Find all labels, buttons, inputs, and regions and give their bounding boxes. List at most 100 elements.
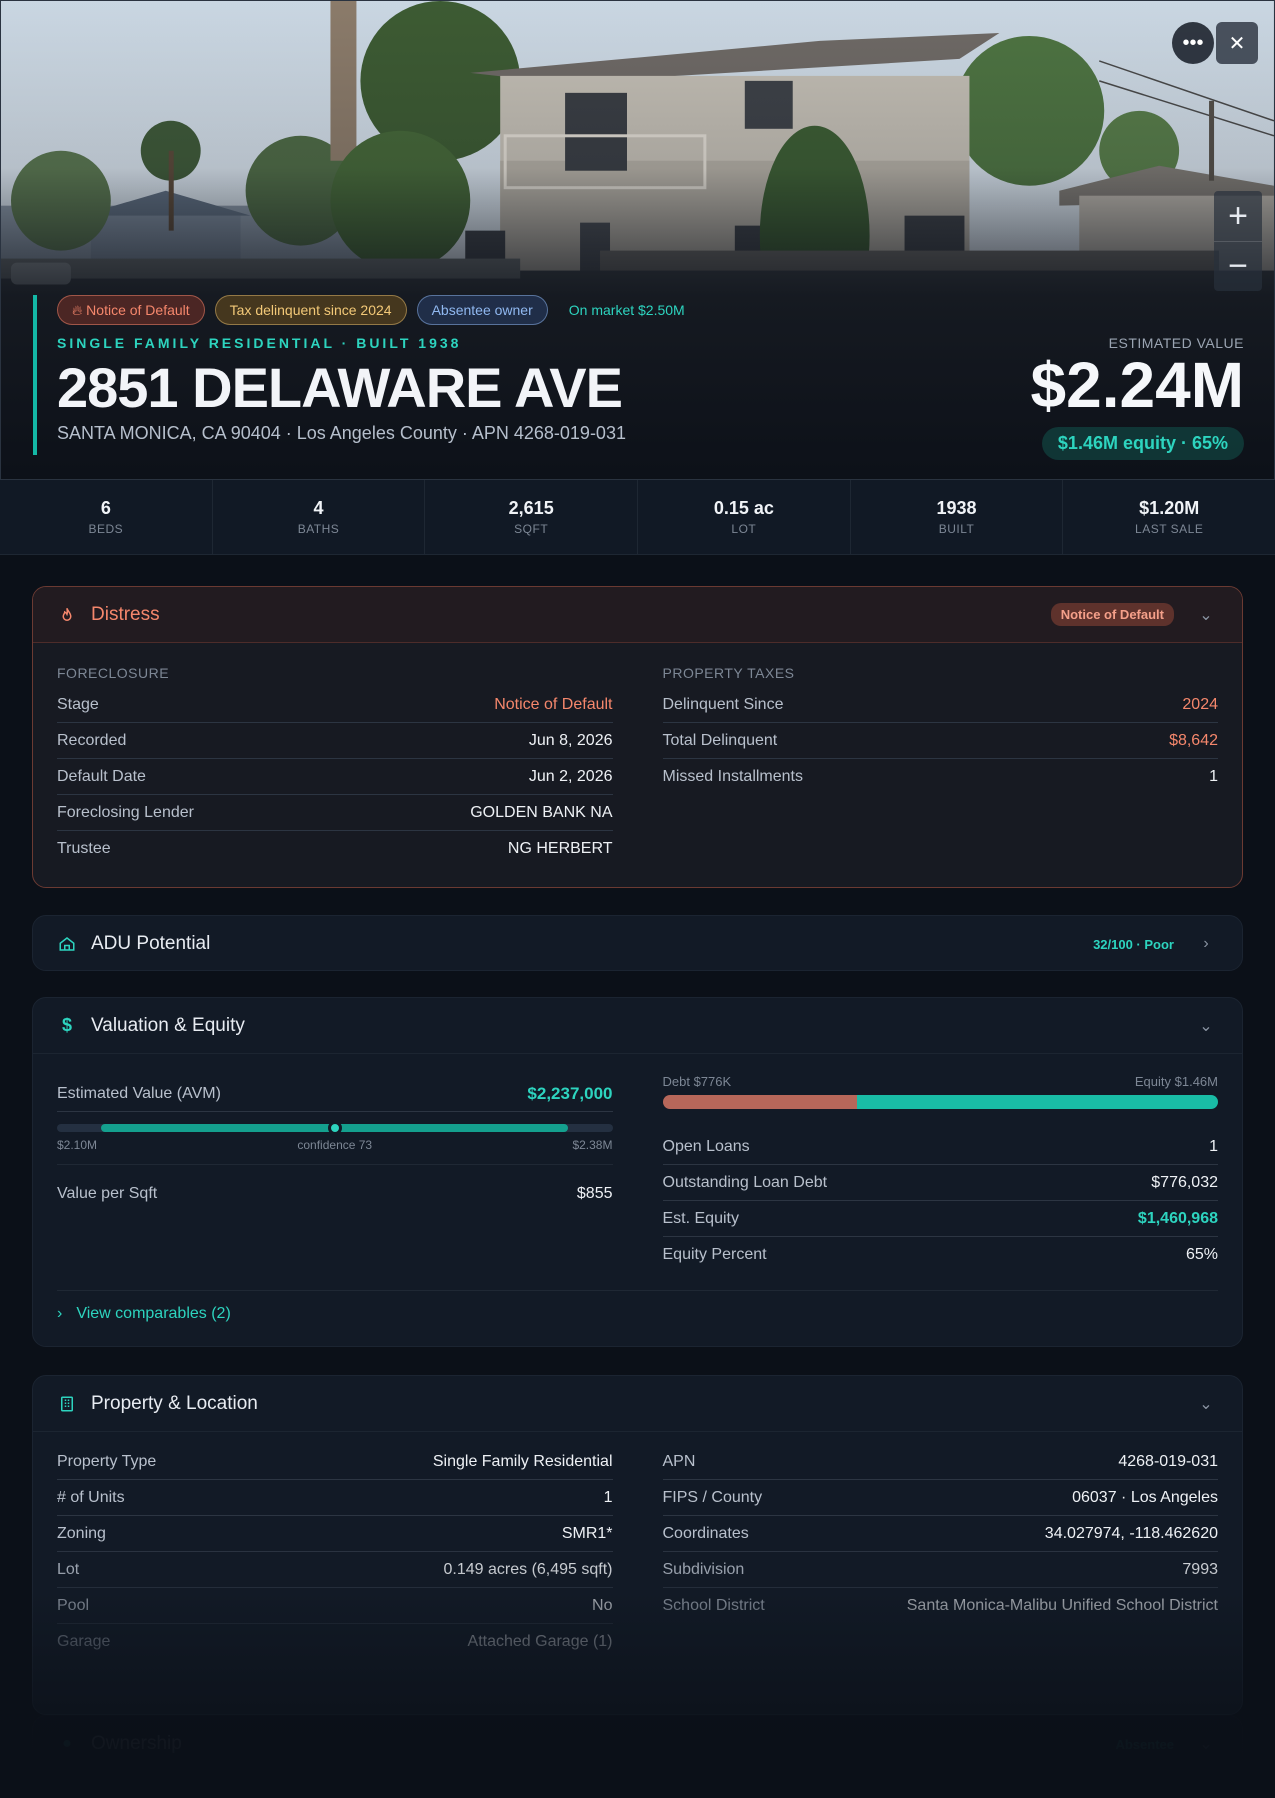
detail-row: Zoning SMR1* [57, 1516, 613, 1552]
detail-row: Foreclosing Lender GOLDEN BANK NA [57, 795, 613, 831]
detail-row: Open Loans 1 [662, 1129, 1218, 1165]
property-address: 2851 DELAWARE AVE [57, 356, 623, 419]
property-header: 🔥︎ Notice of Default Tax delinquent sinc… [33, 295, 696, 455]
property-location: SANTA MONICA, CA 90404 · Los Angeles Cou… [57, 423, 626, 443]
detail-row: Total Delinquent $8,642 [662, 723, 1218, 759]
stat-lot: 0.15 ac LOT [638, 480, 851, 554]
stat-last-sale: $1.20M LAST SALE [1135, 498, 1204, 536]
hero-section: ••• ✕ + − 🔥︎ Notice of Default Tax delin… [0, 0, 1275, 480]
building-icon [57, 1394, 77, 1414]
detail-row: Outstanding Loan Debt $776,032 [662, 1165, 1218, 1201]
stat-baths: 4 BATHS [213, 480, 426, 554]
avm-point-marker [327, 1121, 342, 1135]
property-subtype: SINGLE FAMILY RESIDENTIAL · BUILT 1938 [57, 335, 462, 351]
distress-title: Distress [91, 603, 160, 625]
zoom-out-button[interactable]: − [1214, 241, 1262, 291]
detail-row: Subdivision 7993 [662, 1552, 1218, 1588]
flame-icon: 🔥︎ [72, 302, 87, 318]
adu-header[interactable]: ADU Potential 32/100 · Poor › [33, 916, 1242, 970]
chevron-down-icon[interactable]: ⌄ [1194, 1016, 1218, 1036]
close-icon: ✕ [1228, 32, 1246, 55]
home-icon [57, 934, 77, 954]
property-taxes-section: PROPERTY TAXES Delinquent Since 2024 Tota… [662, 665, 1219, 867]
distress-header[interactable]: Distress Notice of Default ⌄ [33, 587, 1242, 643]
valuation-title: Valuation & Equity [91, 1014, 245, 1036]
detail-row: Lot 0.149 acres (6,495 sqft) [57, 1552, 613, 1588]
debt-label: Debt $776K [662, 1074, 732, 1089]
adu-title: ADU Potential [91, 933, 211, 954]
property-details-left: Property Type Single Family Residential #… [57, 1444, 613, 1660]
detail-row: School District Santa Monica-Malibu Unifi… [662, 1597, 1219, 1614]
debt-equity-bar [662, 1095, 1219, 1109]
debt-segment [662, 1095, 857, 1109]
chevron-down-icon[interactable]: ⌄ [1194, 1394, 1218, 1414]
ownership-card[interactable]: ● Ownership Absentee ⌄ [32, 1715, 1243, 1771]
detail-row: Coordinates 34.027974, -118.462620 [662, 1516, 1218, 1552]
user-icon: ● [62, 1735, 72, 1752]
equity-segment [856, 1095, 1218, 1109]
badge-notice-of-default: 🔥︎ Notice of Default [57, 295, 205, 325]
detail-row: Default Date Jun 2, 2026 [57, 759, 613, 795]
avm-row: Estimated Value (AVM) $2,237,000 [57, 1076, 613, 1112]
equity-label: Equity $1.46M [1134, 1074, 1218, 1089]
valuation-equity-card: $ Valuation & Equity ⌄ Estimated Value (… [32, 997, 1243, 1347]
adu-score: 32/100 · Poor [1093, 936, 1174, 952]
range-high: $2.38M [572, 1138, 613, 1152]
detail-row: # of Units 1 [57, 1480, 613, 1516]
adu-potential-card[interactable]: ADU Potential 32/100 · Poor › [32, 915, 1243, 971]
detail-row: APN 4268-019-031 [662, 1444, 1218, 1480]
stat-sqft: 2,615 SQFT [425, 480, 639, 554]
status-badges: 🔥︎ Notice of Default Tax delinquent sinc… [57, 295, 696, 325]
estimated-value-amount: $2.24M [1030, 349, 1244, 421]
detail-row: Delinquent Since 2024 [662, 687, 1218, 723]
detail-row: Equity Percent 65% [662, 1246, 1219, 1263]
ownership-header[interactable]: ● Ownership Absentee ⌄ [33, 1716, 1242, 1770]
valuation-header[interactable]: $ Valuation & Equity ⌄ [33, 998, 1242, 1054]
badge-absentee-owner: Absentee owner [416, 295, 548, 325]
equity-pill: $1.46M equity · 65% [1041, 427, 1244, 460]
equity-section: Debt $776K Equity $1.46M Open Loans 1 Out… [662, 1074, 1219, 1273]
range-confidence: confidence 73 [297, 1138, 373, 1152]
estimated-value-block: ESTIMATED VALUE $2.24M $1.46M equity · 6… [1031, 335, 1244, 460]
flame-icon [57, 605, 77, 625]
zoom-in-button[interactable]: + [1214, 191, 1262, 241]
map-zoom-control: + − [1214, 191, 1262, 291]
distress-card: Distress Notice of Default ⌄ FORECLOSURE… [32, 586, 1243, 888]
badge-tax-delinquent: Tax delinquent since 2024 [214, 295, 407, 325]
chevron-down-icon[interactable]: ⌄ [1194, 1734, 1218, 1754]
detail-row: Garage Attached Garage (1) [57, 1633, 613, 1650]
detail-row: Property Type Single Family Residential [57, 1444, 613, 1480]
stat-beds: 6 BEDS [0, 480, 213, 554]
dollar-icon: $ [61, 1015, 72, 1035]
avm-section: Estimated Value (AVM) $2,237,000 $2.10M c… [57, 1082, 613, 1273]
property-details-right: APN 4268-019-031 FIPS / County 06037 · Los… [662, 1444, 1219, 1660]
detail-row: FIPS / County 06037 · Los Angeles [662, 1480, 1218, 1516]
detail-row: Pool No [57, 1588, 613, 1624]
close-button[interactable]: ✕ [1216, 22, 1258, 64]
detail-row: Est. Equity $1,460,968 [662, 1201, 1218, 1237]
more-options-button[interactable]: ••• [1172, 22, 1214, 64]
avm-range-labels: $2.10M confidence 73 $2.38M [57, 1138, 613, 1165]
detail-row: Missed Installments 1 [662, 768, 1219, 785]
value-per-sqft-row: Value per Sqft $855 [57, 1185, 613, 1202]
avm-range-track [57, 1121, 613, 1135]
detail-row: Stage Notice of Default [57, 687, 613, 723]
stat-built: 1938 BUILT [851, 480, 1064, 554]
chevron-right-icon[interactable]: › [1194, 935, 1218, 953]
ownership-title: Ownership [91, 1733, 182, 1754]
chevron-down-icon[interactable]: ⌄ [1194, 605, 1218, 625]
stats-bar: 6 BEDS 4 BATHS 2,615 SQFT 0.15 ac LOT 1938 BU… [0, 480, 1275, 555]
property-taxes-label: PROPERTY TAXES [662, 665, 795, 681]
badge-on-market: On market $2.50M [568, 302, 685, 318]
more-horizontal-icon: ••• [1182, 31, 1204, 54]
foreclosure-label: FORECLOSURE [57, 665, 170, 681]
ownership-badge: Absentee [1115, 1736, 1174, 1752]
property-location-card: Property & Location ⌄ Property Type Singl… [32, 1375, 1243, 1715]
property-header-row[interactable]: Property & Location ⌄ [33, 1376, 1242, 1432]
property-title: Property & Location [91, 1392, 258, 1414]
foreclosure-section: FORECLOSURE Stage Notice of Default Recor… [57, 665, 613, 867]
detail-row: Trustee NG HERBERT [57, 840, 613, 857]
range-low: $2.10M [57, 1138, 98, 1152]
view-comparables-link[interactable]: › View comparables (2) [57, 1290, 1218, 1323]
detail-row: Recorded Jun 8, 2026 [57, 723, 613, 759]
